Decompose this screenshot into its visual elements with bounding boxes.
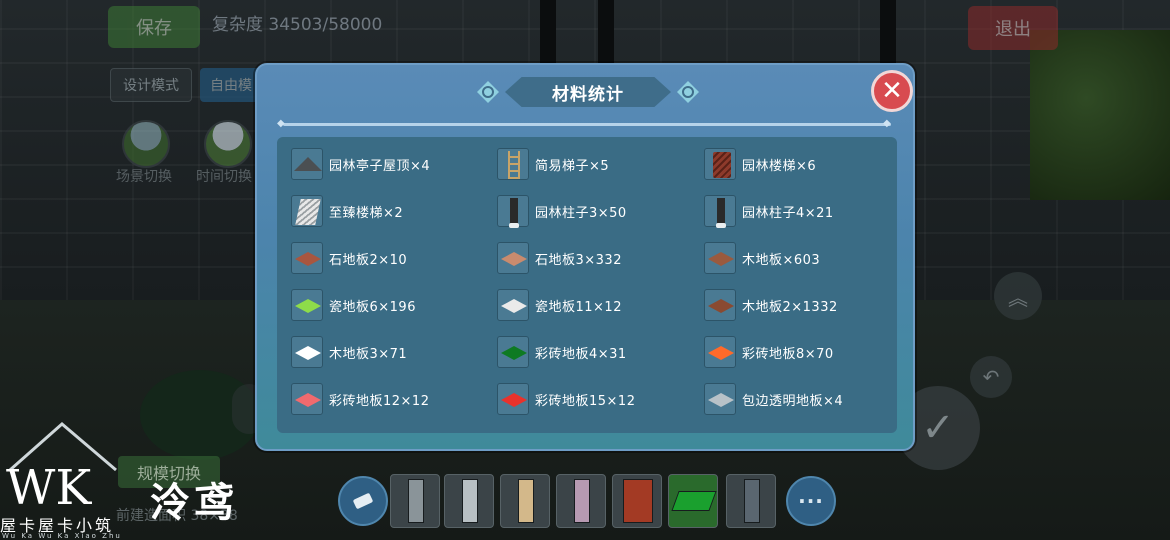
door-icon <box>744 479 760 523</box>
complexity-counter: 复杂度 34503/58000 <box>212 15 383 35</box>
material-item: 木地板×603 <box>704 241 820 275</box>
material-item: 园林柱子3×50 <box>497 194 627 228</box>
eraser-icon[interactable] <box>338 476 388 526</box>
material-item: 石地板2×10 <box>291 241 407 275</box>
material-label: 彩砖地板12×12 <box>329 393 430 409</box>
green-tile-icon <box>671 491 717 511</box>
hedge <box>1030 30 1170 200</box>
tile-icon <box>291 336 323 368</box>
dialog-title: 材料统计 <box>552 84 624 105</box>
more-button[interactable]: ··· <box>786 476 836 526</box>
tile-icon <box>497 289 529 321</box>
material-item: 瓷地板6×196 <box>291 288 416 322</box>
watermark-pinyin: Wu Ka Wu Ka Xiao Zhu <box>2 532 122 540</box>
material-item: 至臻楼梯×2 <box>291 194 403 228</box>
material-label: 瓷地板11×12 <box>535 299 622 315</box>
material-item: 园林楼梯×6 <box>704 147 816 181</box>
material-label: 园林柱子3×50 <box>535 205 627 221</box>
scene-switch-label: 场景切换 <box>116 169 172 185</box>
material-label: 彩砖地板4×31 <box>535 346 627 362</box>
material-label: 园林亭子屋顶×4 <box>329 158 431 174</box>
background-pillar <box>598 0 614 70</box>
material-label: 园林楼梯×6 <box>742 158 817 174</box>
ornament-icon <box>677 81 699 103</box>
pillar-icon <box>497 195 529 228</box>
material-item: 园林亭子屋顶×4 <box>291 147 430 181</box>
material-label: 石地板2×10 <box>329 252 408 268</box>
material-item: 木地板2×1332 <box>704 288 838 322</box>
material-item: 简易梯子×5 <box>497 147 609 181</box>
material-label: 彩砖地板15×12 <box>535 393 636 409</box>
material-item: 彩砖地板15×12 <box>497 382 635 416</box>
tile-icon <box>291 383 323 415</box>
watermark-letters: WK <box>6 460 92 516</box>
hotbar-slot[interactable] <box>390 474 440 528</box>
material-item: 彩砖地板12×12 <box>291 382 429 416</box>
material-item: 木地板3×71 <box>291 335 407 369</box>
material-label: 木地板×603 <box>742 252 821 268</box>
hotbar-slot[interactable] <box>444 474 494 528</box>
roof-icon <box>291 148 323 180</box>
material-item: 石地板3×332 <box>497 241 622 275</box>
divider-ornament: ◆ <box>277 118 285 129</box>
free-mode-button[interactable]: 自由模 <box>200 68 262 102</box>
material-list: 园林亭子屋顶×4 简易梯子×5 园林楼梯×6 至臻楼梯×2 园林柱子3×50 园林柱子4×… <box>277 137 897 433</box>
hotbar-slot[interactable] <box>556 474 606 528</box>
material-label: 彩砖地板8×70 <box>742 346 834 362</box>
exit-button[interactable]: 退出 <box>968 6 1058 50</box>
hotbar-slot[interactable] <box>726 474 776 528</box>
tile-icon <box>704 383 736 415</box>
watermark-name: 泠鸢 <box>150 479 238 526</box>
door-icon <box>408 479 424 523</box>
door-icon <box>518 479 534 523</box>
scene-switch-button[interactable] <box>122 120 170 168</box>
material-stats-dialog: 材料统计 ✕ ◆ ◆ 园林亭子屋顶×4 简易梯子×5 园林楼梯×6 至臻楼梯×2 园林柱… <box>255 63 915 451</box>
gate-icon <box>623 479 653 523</box>
hotbar-slot[interactable] <box>500 474 550 528</box>
close-icon[interactable]: ✕ <box>871 70 913 112</box>
background-pillar <box>540 0 556 70</box>
time-switch-label: 时间切换 <box>196 169 252 185</box>
material-item: 瓷地板11×12 <box>497 288 622 322</box>
chevron-up-icon[interactable]: ︽ <box>994 272 1042 320</box>
material-label: 包边透明地板×4 <box>742 393 844 409</box>
tile-icon <box>291 242 323 274</box>
red-stair-icon <box>704 148 736 180</box>
tile-icon <box>704 289 736 321</box>
material-label: 简易梯子×5 <box>535 158 610 174</box>
material-label: 瓷地板6×196 <box>329 299 416 315</box>
material-item: 园林柱子4×21 <box>704 194 834 228</box>
time-switch-button[interactable] <box>204 120 252 168</box>
title-banner: 材料统计 <box>475 75 701 109</box>
ornament-icon <box>477 81 499 103</box>
background-pillar <box>880 0 896 70</box>
material-label: 石地板3×332 <box>535 252 622 268</box>
hotbar-slot[interactable] <box>668 474 718 528</box>
tile-icon <box>704 336 736 368</box>
material-label: 木地板3×71 <box>329 346 408 362</box>
material-item: 彩砖地板8×70 <box>704 335 834 369</box>
material-label: 木地板2×1332 <box>742 299 838 315</box>
door-icon <box>574 479 590 523</box>
stair-icon <box>291 195 323 227</box>
save-button[interactable]: 保存 <box>108 6 200 48</box>
divider <box>283 123 891 126</box>
watermark-logo: WK <box>6 418 136 522</box>
tile-icon <box>497 383 529 415</box>
hotbar-slot[interactable] <box>612 474 662 528</box>
pillar-icon <box>704 195 736 228</box>
material-label: 园林柱子4×21 <box>742 205 834 221</box>
design-mode-button[interactable]: 设计模式 <box>110 68 192 102</box>
material-item: 彩砖地板4×31 <box>497 335 627 369</box>
material-item: 包边透明地板×4 <box>704 382 843 416</box>
divider-ornament: ◆ <box>883 118 891 129</box>
tile-icon <box>291 289 323 321</box>
material-label: 至臻楼梯×2 <box>329 205 404 221</box>
ladder-icon <box>497 148 529 180</box>
door-icon <box>462 479 478 523</box>
tile-icon <box>497 336 529 368</box>
undo-icon[interactable]: ↶ <box>970 356 1012 398</box>
tile-icon <box>704 242 736 274</box>
tile-icon <box>497 242 529 274</box>
